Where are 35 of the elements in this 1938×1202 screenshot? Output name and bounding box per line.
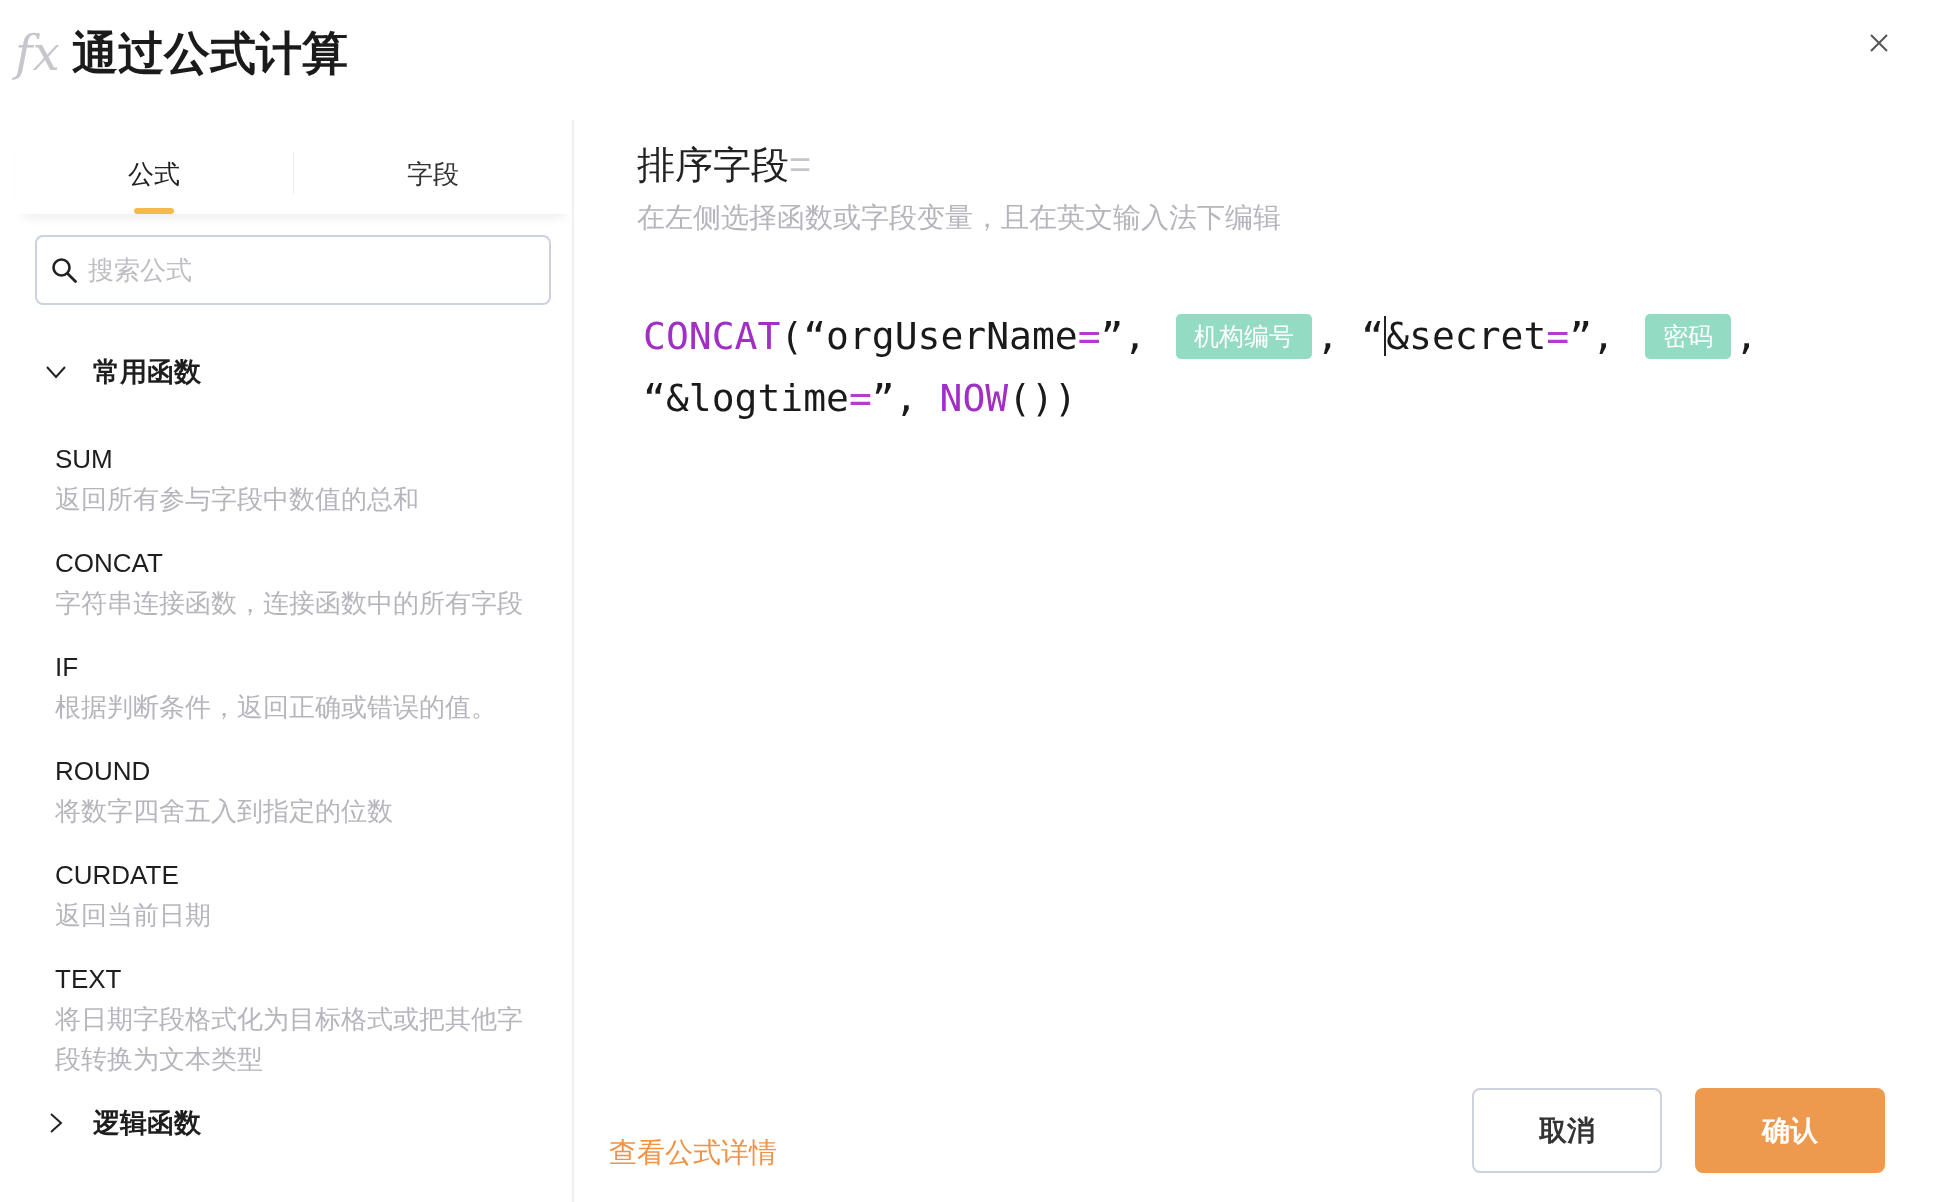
equals-sign: =: [789, 143, 812, 188]
field-tag: 密码: [1644, 313, 1731, 359]
formula-text: ,: [1734, 313, 1758, 360]
function-name[interactable]: IF: [55, 647, 79, 687]
function-name[interactable]: TEXT: [55, 959, 122, 999]
function-description: 字符串连接函数，连接函数中的所有字段: [55, 587, 523, 620]
category-header[interactable]: 常用函数: [45, 352, 201, 392]
function-description: 根据判断条件，返回正确或错误的值。: [55, 691, 497, 724]
formula-text: CONCAT(“orgUserName=”,: [643, 313, 1147, 360]
field-tag: 机构编号: [1176, 313, 1313, 359]
function-name[interactable]: CONCAT: [55, 543, 163, 583]
field-title: 排序字段: [637, 143, 789, 188]
formula-text: NOW()): [939, 375, 1077, 422]
search-field[interactable]: 搜索公式: [35, 235, 551, 305]
dialog-title: 通过公式计算: [71, 26, 348, 81]
function-name[interactable]: ROUND: [55, 751, 151, 791]
category-header[interactable]: 逻辑函数: [45, 1103, 201, 1143]
tab[interactable]: 字段: [294, 120, 572, 214]
function-description: 返回所有参与字段中数值的总和: [55, 483, 419, 516]
function-description: 将数字四舍五入到指定的位数: [55, 795, 393, 828]
function-description: 返回当前日期: [55, 899, 211, 932]
function-description: 将日期字段格式化为目标格式或把其他字段转换为文本类型: [55, 1003, 524, 1076]
editor-hint: 在左侧选择函数或字段变量，且在英文输入法下编辑: [637, 201, 1281, 235]
search-icon: [51, 257, 77, 283]
formula-text: ,: [1316, 313, 1340, 360]
formula-editor[interactable]: CONCAT(“orgUserName=”, 机构编号 , “&secret=”, 密码 , “&logtime=”, NOW()): [643, 305, 1758, 429]
formula-text: “&logtime=”,: [643, 375, 918, 422]
function-name[interactable]: SUM: [55, 439, 113, 479]
text-cursor: [1384, 316, 1387, 356]
formula-text: &secret=”,: [1386, 313, 1615, 360]
formula-text: “: [1361, 313, 1385, 360]
close-icon[interactable]: [1870, 34, 1888, 52]
tab[interactable]: 公式: [15, 120, 293, 214]
cancel-button[interactable]: 取消: [1472, 1088, 1662, 1173]
function-name[interactable]: CURDATE: [55, 855, 179, 895]
